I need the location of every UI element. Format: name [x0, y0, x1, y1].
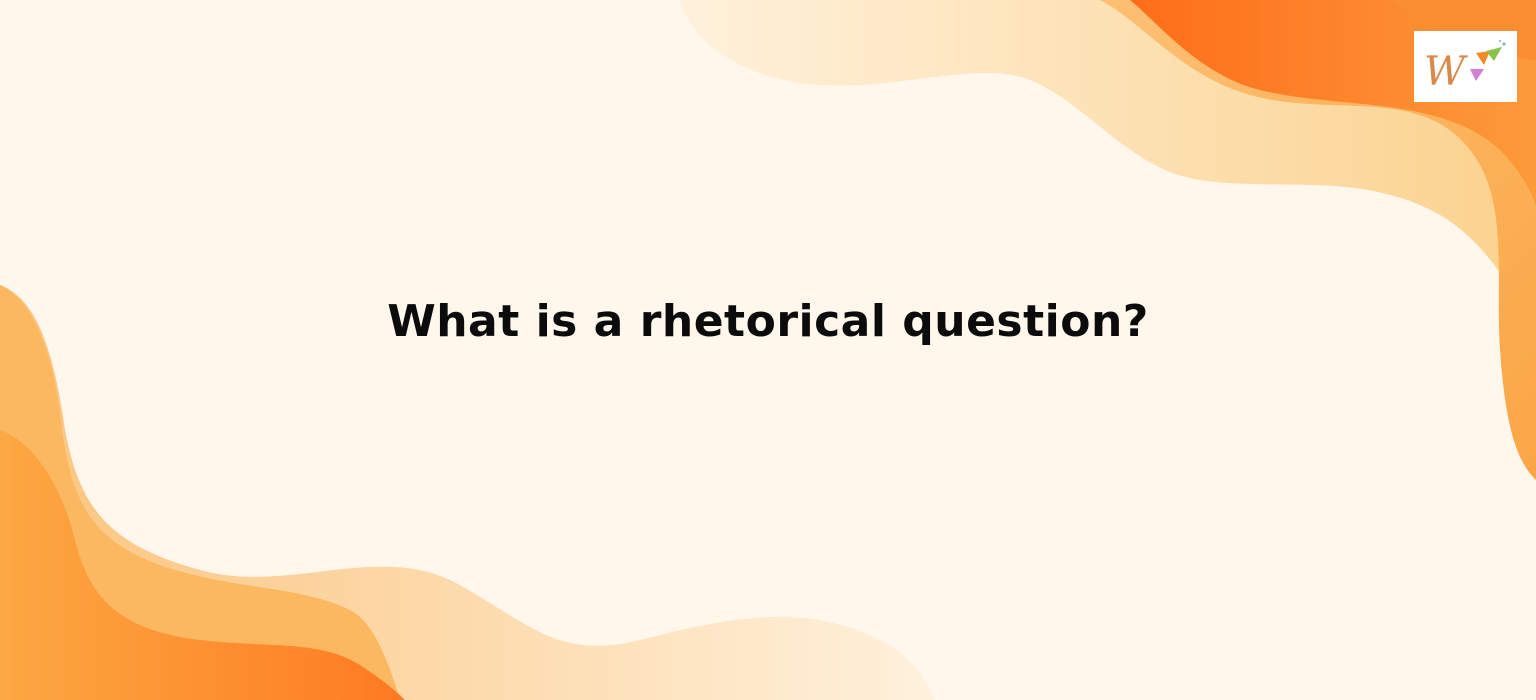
brand-logo-icon: W — [1424, 40, 1506, 95]
slide-headline: What is a rhetorical question? — [387, 296, 1149, 347]
brand-logo: W — [1414, 31, 1517, 102]
logo-letter: W — [1424, 49, 1468, 95]
slide-canvas: What is a rhetorical question? W — [0, 0, 1536, 700]
